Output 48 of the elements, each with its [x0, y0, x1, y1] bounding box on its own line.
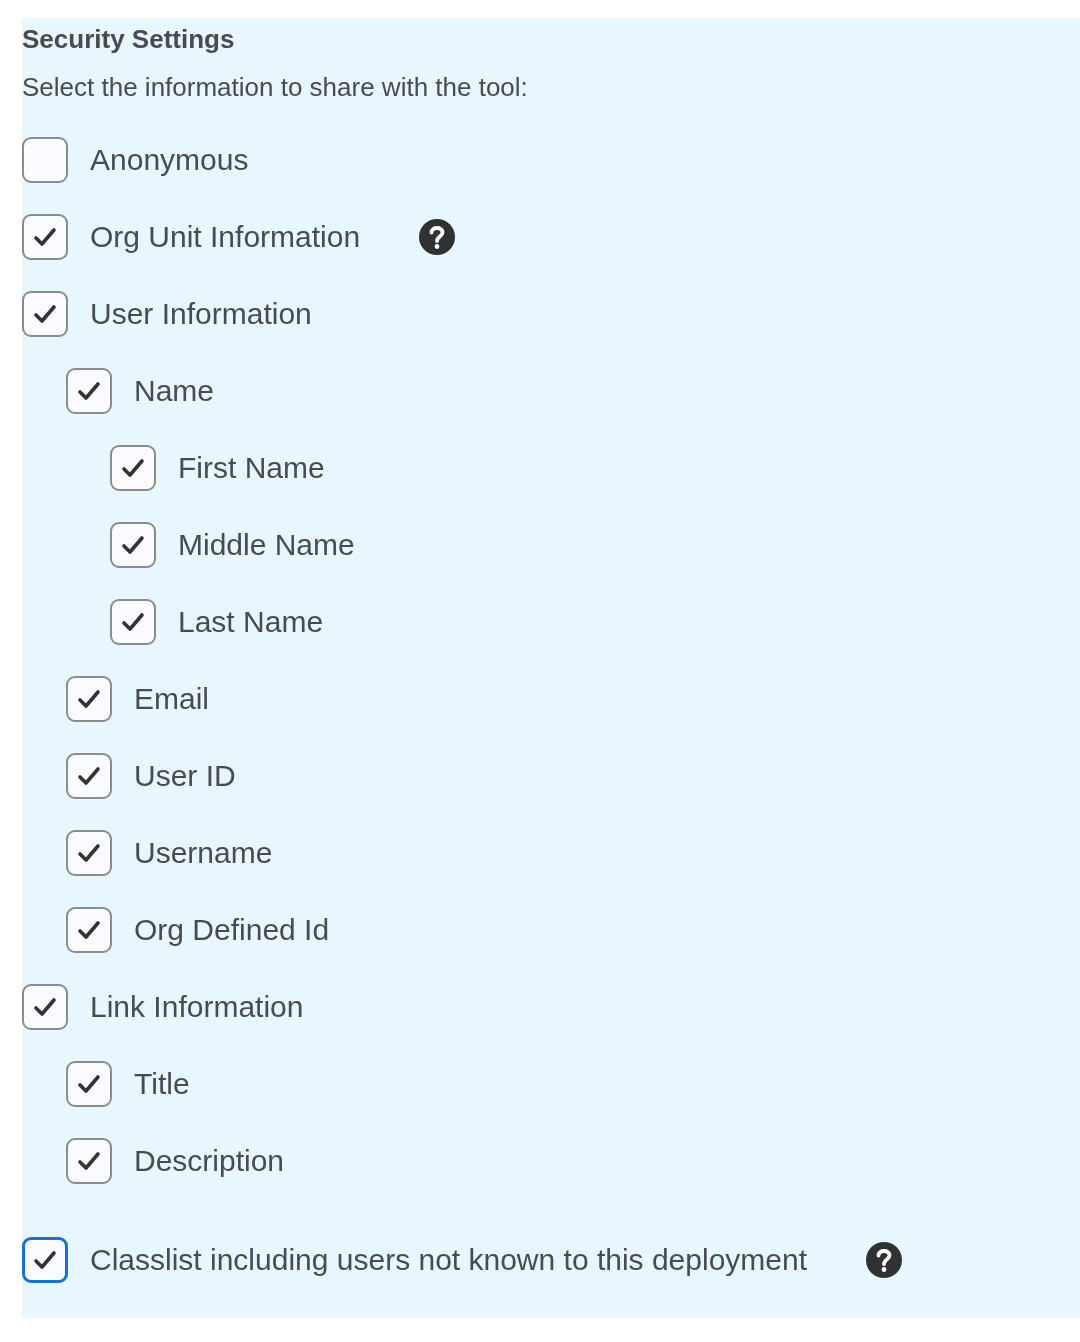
checkmark-icon: [77, 688, 101, 709]
checkbox-label[interactable]: Classlist including users not known to this deployment: [90, 1242, 808, 1277]
section-title: Security Settings: [22, 23, 236, 54]
checkmark-icon: [121, 611, 145, 632]
checkmark-icon: [77, 380, 101, 401]
checkmark-icon: [77, 1073, 101, 1094]
checkbox-label[interactable]: Org Defined Id: [134, 912, 330, 947]
checkbox[interactable]: [66, 367, 112, 414]
checkmark-icon: [33, 996, 57, 1017]
checkmark-icon: [77, 842, 101, 863]
help-icon[interactable]: [865, 1240, 904, 1279]
checkbox-label[interactable]: Name: [134, 373, 215, 408]
checkmark-icon: [121, 534, 145, 555]
checkbox-label[interactable]: Link Information: [90, 989, 304, 1024]
checkbox-label[interactable]: Last Name: [178, 604, 324, 639]
checkmark-icon: [121, 457, 145, 478]
checkbox-label[interactable]: Middle Name: [178, 527, 355, 562]
checkbox-label[interactable]: Description: [134, 1143, 285, 1178]
checkbox-label[interactable]: Username: [134, 835, 273, 870]
checkbox-label[interactable]: First Name: [178, 450, 325, 485]
checkbox-label[interactable]: Anonymous: [90, 142, 249, 177]
checkbox[interactable]: [22, 213, 68, 260]
checkmark-icon: [77, 1150, 101, 1171]
checkbox[interactable]: [110, 444, 156, 491]
instruction-text: Select the information to share with the tool:: [22, 72, 529, 103]
checkmark-icon: [77, 765, 101, 786]
checkmark-icon: [77, 919, 101, 940]
checkbox[interactable]: [110, 598, 156, 645]
checkbox-label[interactable]: User ID: [134, 758, 236, 793]
checkbox[interactable]: [66, 906, 112, 953]
checkbox[interactable]: [66, 1137, 112, 1184]
checkbox[interactable]: [22, 136, 68, 183]
checkbox-label[interactable]: Title: [134, 1066, 190, 1101]
checkmark-icon: [33, 226, 57, 247]
checkbox[interactable]: [22, 290, 68, 337]
checkbox-label[interactable]: Org Unit Information: [90, 219, 361, 254]
checkbox-label[interactable]: User Information: [90, 296, 312, 331]
checkbox[interactable]: [66, 829, 112, 876]
checkbox[interactable]: [66, 1060, 112, 1107]
help-icon[interactable]: [418, 217, 457, 256]
checkbox[interactable]: [66, 752, 112, 799]
checkbox-label[interactable]: Email: [134, 681, 209, 716]
checkbox[interactable]: [22, 983, 68, 1030]
checkmark-icon: [33, 1249, 57, 1270]
checkmark-icon: [33, 303, 57, 324]
checkbox[interactable]: [110, 521, 156, 568]
checkbox[interactable]: [22, 1236, 68, 1283]
checkbox[interactable]: [66, 675, 112, 722]
